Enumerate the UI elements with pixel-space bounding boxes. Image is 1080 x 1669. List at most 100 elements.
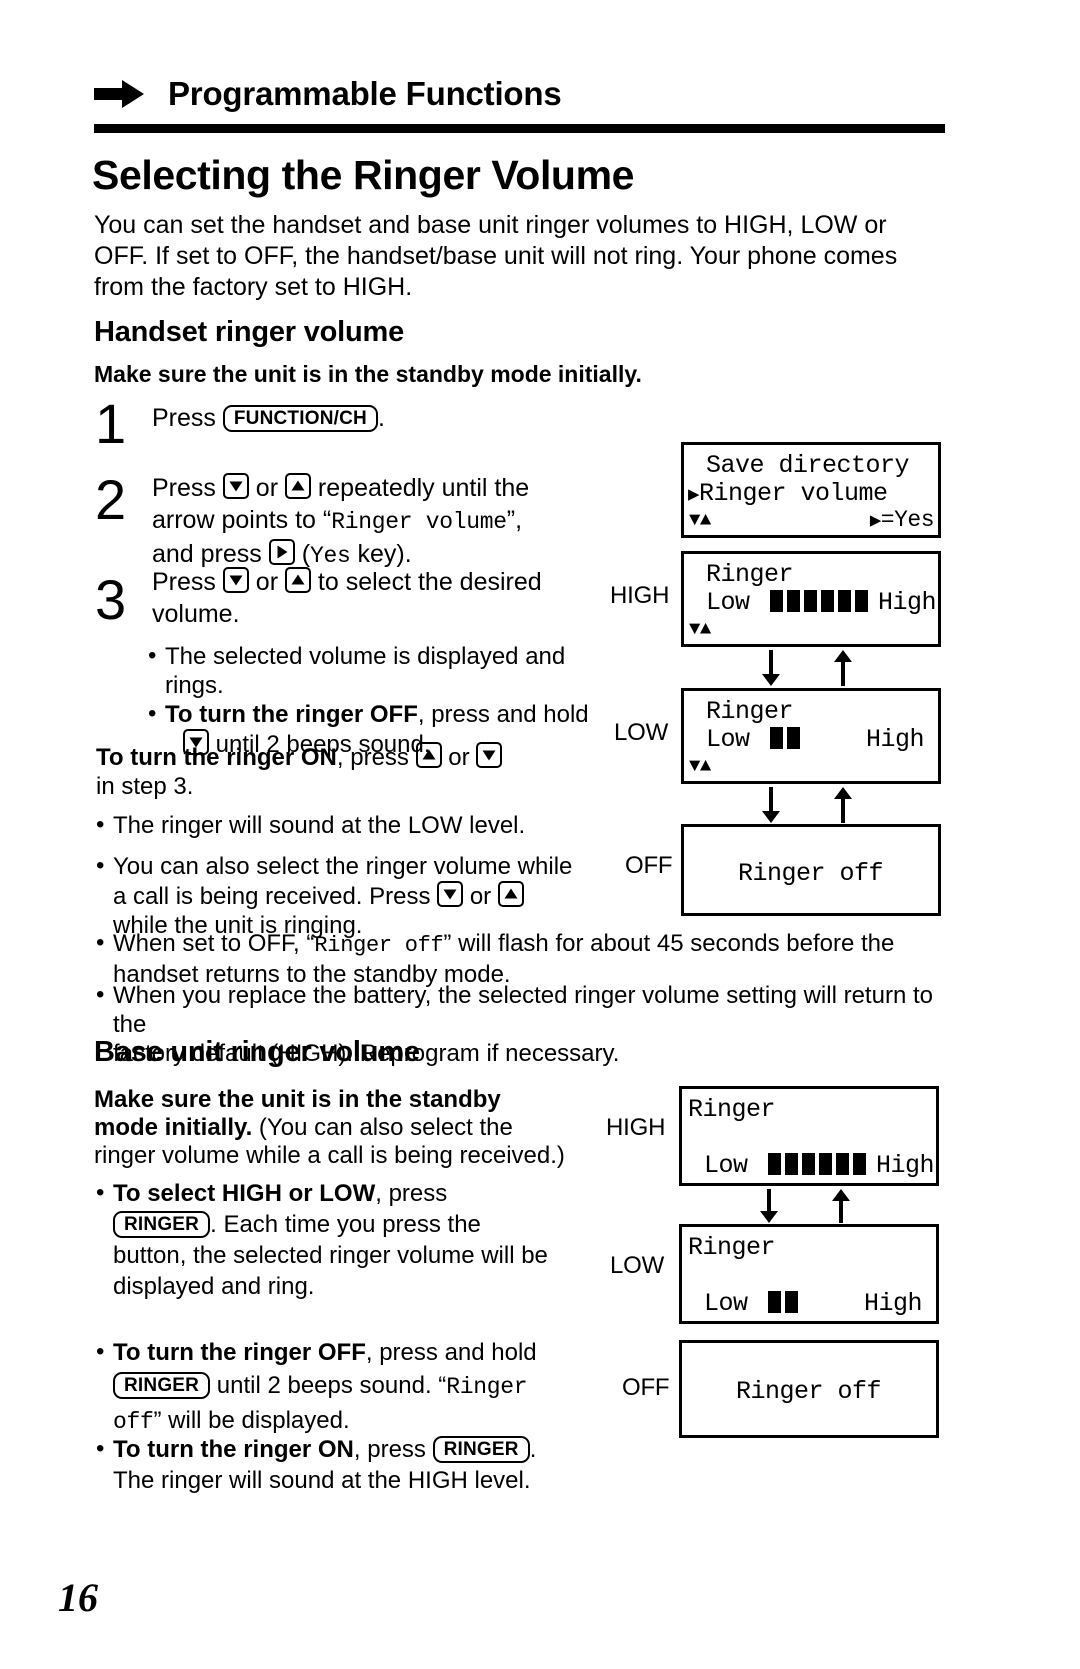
lcd-menu-line1: Save directory	[706, 451, 910, 480]
b1-line2-rest: . Each time you press the	[210, 1211, 481, 1238]
bullet-ringer-off-rest: , press and hold	[417, 701, 589, 728]
lcd-hh-scale: Low High	[706, 588, 937, 618]
volume-bar	[770, 727, 784, 749]
lcd-base-high: Ringer Low High	[679, 1086, 939, 1186]
volume-bars	[768, 1289, 802, 1319]
b3-bold: To turn the ringer ON	[113, 1436, 354, 1463]
bullet6-line1: When you replace the battery, the select…	[113, 982, 933, 1038]
step-2-text-b: or	[248, 474, 285, 502]
step-1-body: Press FUNCTION/CH.	[152, 402, 572, 434]
step-2-text-a: Press	[152, 474, 223, 502]
lcd-bo-text: Ringer off	[736, 1377, 882, 1406]
lcd-base-off: Ringer off	[679, 1340, 939, 1438]
right-arrow-key[interactable]	[268, 539, 295, 565]
function-ch-key[interactable]: FUNCTION/CH	[222, 405, 378, 432]
step-1-post: .	[377, 404, 385, 432]
ringer-key[interactable]: RINGER	[432, 1436, 530, 1463]
lcd-hh-nav: ▼▲	[689, 614, 711, 644]
lcd-handset-high-label: HIGH	[610, 582, 670, 609]
b2-rest: , press and hold	[365, 1339, 537, 1366]
ringer-on-line2: in step 3.	[96, 773, 194, 800]
b2-mono: Ringer	[446, 1374, 528, 1400]
step-2-line3-a: and press	[152, 540, 269, 568]
volume-bar	[787, 590, 801, 612]
ringer-off-flash-bullet: When set to OFF, “Ringer off” will flash…	[96, 928, 956, 989]
step-2-body: Press or repeatedly until the arrow poin…	[152, 472, 592, 572]
connector-up-arrow-1	[832, 650, 854, 691]
ringer-key[interactable]: RINGER	[113, 1211, 211, 1238]
connector-down-arrow-3	[758, 1189, 780, 1228]
up-arrow-key[interactable]	[284, 567, 311, 593]
nav-down-icon: ▼	[689, 509, 700, 531]
step-3-text-b: or	[248, 568, 285, 596]
lcd-hh-low-label: Low	[706, 588, 750, 617]
base-standby-bold2: mode initially.	[94, 1114, 253, 1141]
ringer-key[interactable]: RINGER	[113, 1372, 211, 1399]
connector-down-arrow-1	[760, 650, 782, 691]
lcd-base-low: Ringer Low High	[679, 1224, 939, 1324]
bullet-ringer-off-bold: To turn the ringer OFF	[165, 701, 418, 728]
b3-rest: , press	[353, 1436, 433, 1463]
base-standby-rest: (You can also select the	[252, 1114, 513, 1141]
lcd-handset-high: Ringer Low High ▼▲	[681, 551, 941, 647]
lcd-hl-low-label: Low	[706, 725, 750, 754]
connector-up-arrow-3	[830, 1189, 852, 1228]
volume-bar	[836, 1153, 850, 1175]
volume-bar	[802, 1153, 816, 1175]
bullet4-or: or	[463, 883, 498, 910]
lcd-bl-scale: Low High	[704, 1289, 923, 1319]
list-item: The selected volume is displayed and rin…	[148, 641, 628, 700]
connector-up-arrow-2	[832, 787, 854, 828]
ringer-on-or: or	[441, 744, 477, 771]
nav-down-icon: ▼	[689, 755, 700, 777]
step-1-pre: Press	[152, 404, 223, 432]
lcd-handset-off: Ringer off	[681, 824, 941, 916]
up-arrow-key[interactable]	[415, 742, 442, 768]
b1-line3: button, the selected ringer volume will …	[113, 1242, 548, 1269]
volume-bar	[819, 1153, 833, 1175]
lcd-handset-off-label: OFF	[625, 852, 673, 879]
b1-line4: displayed and ring.	[113, 1273, 315, 1300]
step-3-number: 3	[95, 568, 127, 631]
bullet4-line1: You can also select the ringer volume wh…	[113, 853, 573, 880]
down-arrow-key[interactable]	[476, 742, 503, 768]
lcd-hh-title: Ringer	[706, 560, 794, 589]
volume-bar	[855, 590, 869, 612]
down-arrow-key[interactable]	[437, 881, 464, 907]
up-arrow-key[interactable]	[497, 881, 524, 907]
bullet4-line2-a: a call is being received. Press	[113, 883, 438, 910]
lcd-menu-line2-text: Ringer volume	[698, 479, 888, 508]
volume-bar	[770, 590, 784, 612]
ringer-on-mid: , press	[336, 744, 416, 771]
base-standby-note: Make sure the unit is in the standby mod…	[94, 1086, 574, 1170]
down-arrow-key[interactable]	[222, 473, 249, 499]
lcd-hl-high-label: High	[865, 725, 925, 754]
lcd-bl-high-label: High	[863, 1289, 923, 1318]
bullet5-mono: Ringer off	[314, 933, 444, 958]
up-arrow-key[interactable]	[284, 473, 311, 499]
base-standby-bold: Make sure the unit is in the standby	[94, 1086, 501, 1113]
select-while-ringing-bullet: You can also select the ringer volume wh…	[96, 851, 626, 940]
volume-bar	[838, 590, 852, 612]
base-select-bullet: To select HIGH or LOW, press RINGER. Eac…	[96, 1177, 576, 1302]
lcd-bh-low-label: Low	[704, 1151, 748, 1180]
list-item: To turn the ringer ON, press RINGER. The…	[96, 1433, 596, 1496]
volume-bar	[768, 1291, 782, 1313]
list-item: When set to OFF, “Ringer off” will flash…	[96, 928, 956, 989]
down-arrow-key[interactable]	[222, 567, 249, 593]
lcd-bh-title: Ringer	[688, 1095, 776, 1124]
lcd-base-high-label: HIGH	[606, 1114, 666, 1141]
bullet5-a: When set to OFF, “	[113, 930, 315, 957]
bullet5-b: ” will flash for about 45 seconds before…	[443, 930, 895, 957]
lcd-bh-high-label: High	[876, 1151, 935, 1180]
b3-line2: The ringer will sound at the HIGH level.	[113, 1467, 531, 1494]
header-divider	[94, 124, 945, 133]
page-header: Programmable Functions	[94, 68, 944, 120]
lcd-menu-display: Save directory ▶Ringer volume ▼▲ ▶=Yes	[681, 442, 941, 538]
lcd-base-low-label: LOW	[610, 1252, 665, 1279]
lcd-hl-nav: ▼▲	[689, 751, 711, 781]
low-level-bullet: The ringer will sound at the LOW level.	[96, 810, 616, 840]
step-3-text-a: Press	[152, 568, 223, 596]
list-item: To select HIGH or LOW, press RINGER. Eac…	[96, 1177, 576, 1302]
volume-bars	[768, 1151, 870, 1181]
